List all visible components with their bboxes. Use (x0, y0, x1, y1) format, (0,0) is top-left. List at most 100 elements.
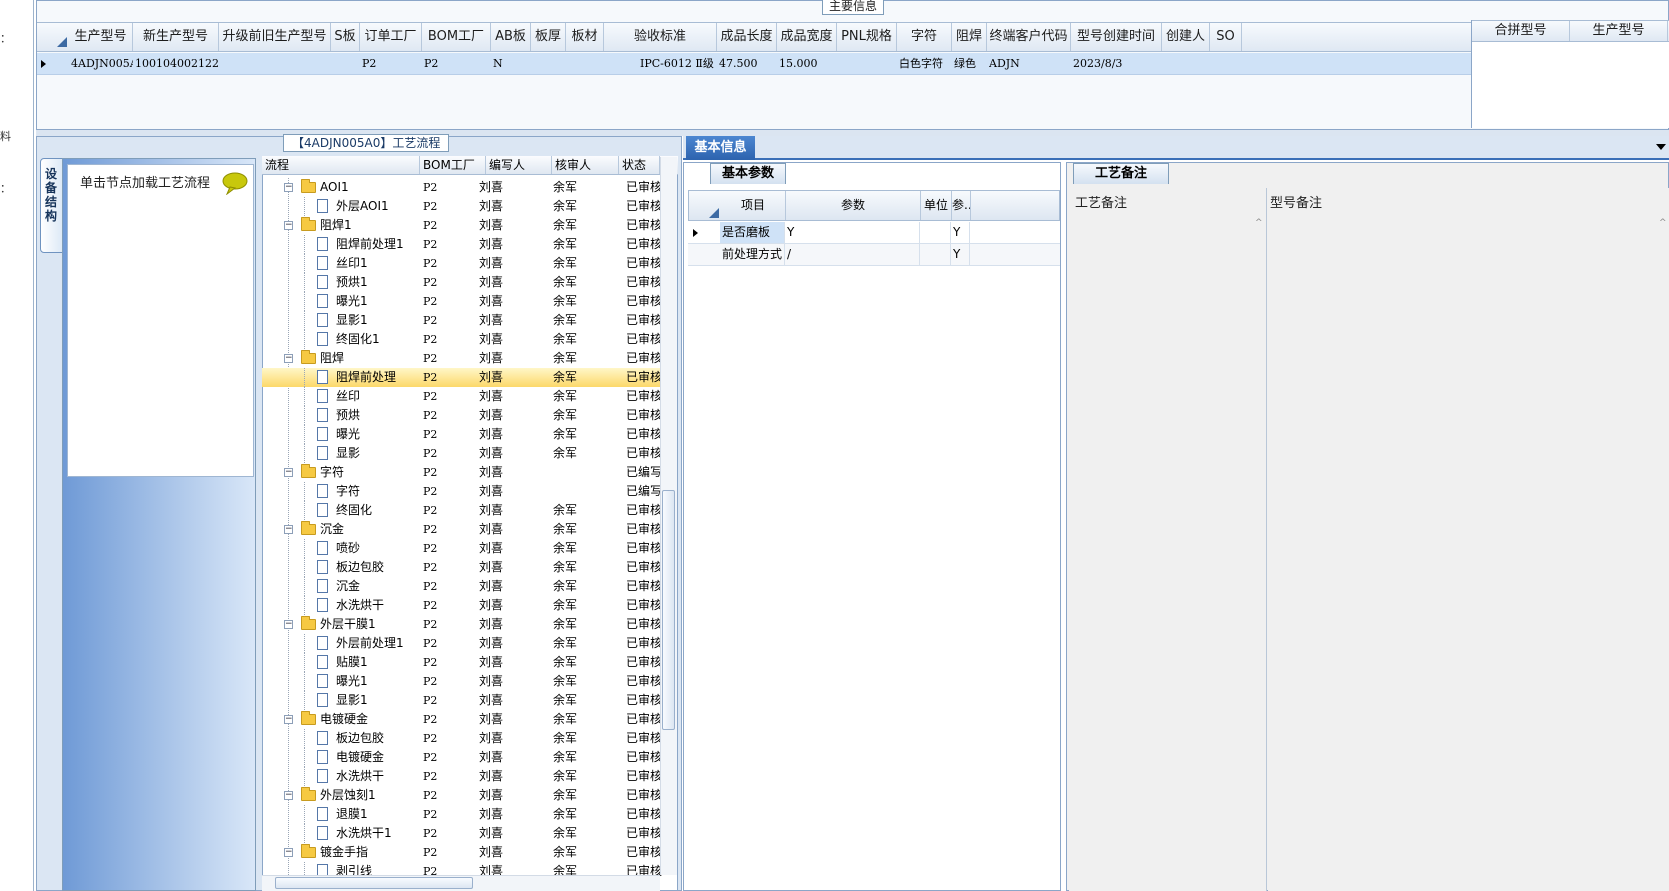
params-row[interactable]: 是否磨板 Y Y (688, 222, 1060, 244)
tree-row[interactable]: 沉金 P2 刘喜 余军 已审核 (262, 577, 662, 596)
column-header[interactable]: AB板 (491, 23, 531, 51)
column-header[interactable]: 核审人 (552, 156, 619, 174)
grid-cell[interactable]: P2 (362, 53, 422, 74)
tree-row[interactable]: 退膜1 P2 刘喜 余军 已审核 (262, 805, 662, 824)
tree-row[interactable]: 丝印 P2 刘喜 余军 已审核 (262, 387, 662, 406)
tree-vertical-scroll-thumb[interactable] (662, 490, 675, 730)
tree-row[interactable]: − 阻焊 P2 刘喜 余军 已审核 (262, 349, 662, 368)
column-header[interactable]: PNL规格 (837, 23, 897, 51)
grid-cell[interactable] (568, 53, 604, 74)
column-header[interactable]: 参数 (786, 191, 921, 220)
column-header[interactable]: 生产型号 (1570, 21, 1668, 41)
grid-cell[interactable] (221, 53, 331, 74)
tree-row[interactable]: 显影1 P2 刘喜 余军 已审核 (262, 691, 662, 710)
column-header[interactable]: S板 (331, 23, 360, 51)
grid-cell[interactable] (1212, 53, 1242, 74)
tree-row[interactable]: 终固化1 P2 刘喜 余军 已审核 (262, 330, 662, 349)
column-header[interactable]: 生产型号 (69, 23, 133, 51)
params-cell[interactable] (920, 244, 951, 265)
model-remark-field[interactable]: 型号备注 ^ (1268, 188, 1669, 891)
tree-row[interactable]: 电镀硬金 P2 刘喜 余军 已审核 (262, 748, 662, 767)
column-header[interactable]: 升级前旧生产型号 (219, 23, 331, 51)
tree-row[interactable]: 水洗烘干 P2 刘喜 余军 已审核 (262, 767, 662, 786)
tree-row[interactable]: − 外层蚀刻1 P2 刘喜 余军 已审核 (262, 786, 662, 805)
column-header[interactable]: 参.. (952, 191, 971, 220)
tab-basic-info[interactable]: 基本信息 (686, 136, 755, 160)
grid-cell[interactable]: N (493, 53, 531, 74)
collapse-icon[interactable]: − (284, 848, 293, 857)
tree-row[interactable]: 外层AOI1 P2 刘喜 余军 已审核 (262, 197, 662, 216)
column-header[interactable]: SO (1210, 23, 1242, 51)
params-row[interactable]: 前处理方式 / Y (688, 244, 1060, 266)
tree-row[interactable]: 字符 P2 刘喜 已编写 (262, 482, 662, 501)
grid-cell[interactable]: 47.500 (719, 53, 777, 74)
tab-dropdown-icon[interactable] (1656, 144, 1666, 150)
tree-row[interactable]: 显影1 P2 刘喜 余军 已审核 (262, 311, 662, 330)
tree-horizontal-scroll-thumb[interactable] (275, 877, 473, 889)
tree-row[interactable]: 曝光1 P2 刘喜 余军 已审核 (262, 672, 662, 691)
tree-row[interactable]: 终固化 P2 刘喜 余军 已审核 (262, 501, 662, 520)
tree-row[interactable]: − 镀金手指 P2 刘喜 余军 已审核 (262, 843, 662, 862)
tree-row[interactable]: 板边包胶 P2 刘喜 余军 已审核 (262, 558, 662, 577)
collapse-icon[interactable]: − (284, 183, 293, 192)
column-header[interactable]: 新生产型号 (133, 23, 219, 51)
column-header[interactable]: 阻焊 (952, 23, 987, 51)
tree-row[interactable]: − 沉金 P2 刘喜 余军 已审核 (262, 520, 662, 539)
tree-row[interactable]: − 阻焊1 P2 刘喜 余军 已审核 (262, 216, 662, 235)
collapse-icon[interactable]: − (284, 525, 293, 534)
column-header[interactable]: 型号创建时间 (1071, 23, 1162, 51)
tab-basic-params[interactable]: 基本参数 (710, 163, 786, 184)
column-header[interactable]: 终端客户代码 (987, 23, 1071, 51)
tree-row[interactable]: 预烘1 P2 刘喜 余军 已审核 (262, 273, 662, 292)
tree-row[interactable]: 水洗烘干1 P2 刘喜 余军 已审核 (262, 824, 662, 843)
column-header[interactable]: 编写人 (486, 156, 552, 174)
grid-cell[interactable] (839, 53, 897, 74)
scroll-up-icon[interactable]: ^ (1255, 218, 1263, 228)
tree-row[interactable]: 丝印1 P2 刘喜 余军 已审核 (262, 254, 662, 273)
tree-row[interactable]: 喷砂 P2 刘喜 余军 已审核 (262, 539, 662, 558)
grid-cell[interactable] (1164, 53, 1210, 74)
column-header[interactable]: 创建人 (1162, 23, 1210, 51)
column-header[interactable]: 验收标准 (604, 23, 717, 51)
tree-row[interactable]: 水洗烘干 P2 刘喜 余军 已审核 (262, 596, 662, 615)
collapse-icon[interactable]: − (284, 468, 293, 477)
collapse-icon[interactable]: − (284, 354, 293, 363)
grid-cell[interactable]: P2 (424, 53, 491, 74)
tab-equipment-structure[interactable]: 设备结构 (40, 158, 64, 253)
grid-cell[interactable]: 15.000 (779, 53, 837, 74)
grid-cell[interactable] (533, 53, 566, 74)
grid-cell[interactable]: 10010400212251 (135, 53, 219, 74)
tree-row[interactable]: − 外层干膜1 P2 刘喜 余军 已审核 (262, 615, 662, 634)
collapse-icon[interactable]: − (284, 221, 293, 230)
grid-cell[interactable]: 4ADJN005A0 (71, 53, 133, 74)
column-header[interactable]: 状态 (619, 156, 660, 174)
column-header[interactable]: 板厚 (531, 23, 566, 51)
params-cell[interactable]: 是否磨板 (720, 222, 785, 243)
tree-row[interactable]: − 字符 P2 刘喜 已编写 (262, 463, 662, 482)
tree-row[interactable]: 阻焊前处理 P2 刘喜 余军 已审核 (262, 368, 662, 387)
tree-row[interactable]: 曝光 P2 刘喜 余军 已审核 (262, 425, 662, 444)
column-header[interactable]: 字符 (897, 23, 952, 51)
tree-row[interactable]: − AOI1 P2 刘喜 余军 已审核 (262, 178, 662, 197)
column-header[interactable]: 项目 (721, 191, 786, 220)
column-header[interactable]: 成品长度 (717, 23, 777, 51)
scroll-up-icon[interactable]: ^ (1659, 218, 1667, 228)
params-cell[interactable]: Y (951, 222, 970, 243)
grid-cell[interactable]: 白色字符 (899, 53, 952, 74)
params-cell[interactable]: / (785, 244, 920, 265)
grid-cell[interactable] (333, 53, 360, 74)
grid-cell[interactable]: ADJN (989, 53, 1071, 74)
process-remark-field[interactable]: 工艺备注 ^ (1069, 188, 1267, 891)
column-header[interactable]: 板材 (566, 23, 604, 51)
column-header[interactable]: BOM工厂 (420, 156, 486, 174)
params-cell[interactable]: 前处理方式 (720, 244, 785, 265)
tree-row[interactable]: 外层前处理1 P2 刘喜 余军 已审核 (262, 634, 662, 653)
tree-row[interactable]: 贴膜1 P2 刘喜 余军 已审核 (262, 653, 662, 672)
grid-cell[interactable]: 2023/8/3 (1073, 53, 1162, 74)
column-header[interactable]: 流程 (262, 156, 420, 174)
tree-row[interactable]: 曝光1 P2 刘喜 余军 已审核 (262, 292, 662, 311)
grid-cell[interactable]: 绿色 (954, 53, 987, 74)
params-cell[interactable]: Y (951, 244, 970, 265)
main-grid-row[interactable]: 4ADJN005A010010400212251P2P2NIPC-6012 Ⅱ级… (37, 53, 1471, 75)
tab-process-remarks[interactable]: 工艺备注 (1073, 163, 1169, 184)
